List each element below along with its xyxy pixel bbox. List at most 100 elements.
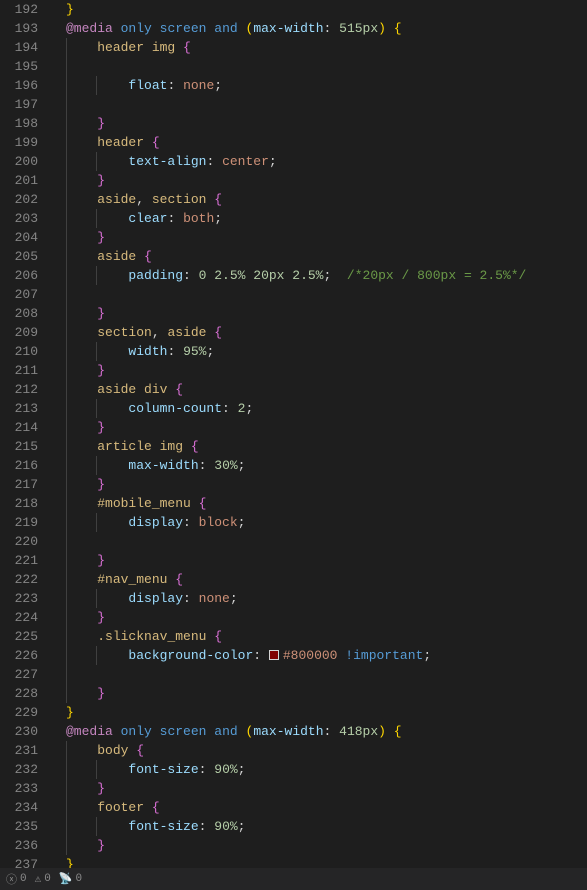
code-line[interactable]: body { <box>52 741 587 760</box>
code-area[interactable]: }@media only screen and (max-width: 515p… <box>52 0 587 865</box>
token-prop: max-width <box>253 724 323 739</box>
line-number: 210 <box>6 342 38 361</box>
indent-guide <box>66 589 67 608</box>
token-punct: ; <box>214 211 222 226</box>
code-line[interactable]: article img { <box>52 437 587 456</box>
token-prop: max-width <box>128 458 198 473</box>
code-line[interactable]: clear: both; <box>52 209 587 228</box>
token-val: block <box>199 515 238 530</box>
token-paren-p: { <box>175 382 183 397</box>
token-sel: aside <box>97 192 136 207</box>
code-line[interactable] <box>52 285 587 304</box>
code-line[interactable]: } <box>52 779 587 798</box>
code-line[interactable]: aside div { <box>52 380 587 399</box>
code-line[interactable]: .slicknav_menu { <box>52 627 587 646</box>
token-paren-p: { <box>175 572 183 587</box>
token-prop: font-size <box>128 819 198 834</box>
indent-guide <box>66 114 67 133</box>
code-line[interactable]: } <box>52 304 587 323</box>
token-paren-p: } <box>97 363 105 378</box>
code-line[interactable]: font-size: 90%; <box>52 760 587 779</box>
code-line[interactable]: font-size: 90%; <box>52 817 587 836</box>
code-line[interactable]: #mobile_menu { <box>52 494 587 513</box>
line-number: 218 <box>6 494 38 513</box>
code-line[interactable]: } <box>52 418 587 437</box>
status-ports[interactable]: 📡 0 <box>59 872 82 886</box>
token-sel: header img <box>97 40 175 55</box>
code-line[interactable] <box>52 57 587 76</box>
indent-guide <box>96 342 97 361</box>
indent-guide <box>66 608 67 627</box>
token-paren-p: } <box>97 230 105 245</box>
code-line[interactable]: display: block; <box>52 513 587 532</box>
token-paren-p: { <box>183 40 191 55</box>
token-punct: : <box>183 268 191 283</box>
indent-guide <box>66 38 67 57</box>
token-punct: ; <box>230 591 238 606</box>
indent-guide <box>66 779 67 798</box>
error-count: 0 <box>20 873 27 885</box>
code-line[interactable]: } <box>52 114 587 133</box>
token-paren-p: { <box>136 743 144 758</box>
code-line[interactable]: #nav_menu { <box>52 570 587 589</box>
code-line[interactable]: @media only screen and (max-width: 418px… <box>52 722 587 741</box>
code-line[interactable]: @media only screen and (max-width: 515px… <box>52 19 587 38</box>
indent-guide <box>66 57 67 76</box>
code-editor[interactable]: 1921931941951961971981992002012022032042… <box>0 0 587 865</box>
code-line[interactable]: } <box>52 608 587 627</box>
code-line[interactable]: section, aside { <box>52 323 587 342</box>
token-paren-p: } <box>97 116 105 131</box>
line-number: 219 <box>6 513 38 532</box>
token-val: center <box>222 154 269 169</box>
indent-guide <box>66 95 67 114</box>
code-line[interactable] <box>52 95 587 114</box>
status-bar: ⓧ 0 ⚠ 0 📡 0 <box>0 868 587 890</box>
line-number: 215 <box>6 437 38 456</box>
indent-guide <box>66 342 67 361</box>
code-line[interactable]: float: none; <box>52 76 587 95</box>
token-important: !important <box>345 648 423 663</box>
indent-guide <box>66 570 67 589</box>
code-line[interactable]: header { <box>52 133 587 152</box>
code-line[interactable]: aside, section { <box>52 190 587 209</box>
token-punct: ; <box>423 648 431 663</box>
token-punct: ; <box>238 819 246 834</box>
status-warnings[interactable]: ⚠ 0 <box>35 872 51 886</box>
code-line[interactable]: aside { <box>52 247 587 266</box>
token-prop: font-size <box>128 762 198 777</box>
token-paren-p: } <box>97 553 105 568</box>
indent-guide <box>96 399 97 418</box>
code-line[interactable]: display: none; <box>52 589 587 608</box>
code-line[interactable]: } <box>52 684 587 703</box>
code-line[interactable]: } <box>52 703 587 722</box>
code-line[interactable]: } <box>52 551 587 570</box>
code-line[interactable]: header img { <box>52 38 587 57</box>
code-line[interactable]: footer { <box>52 798 587 817</box>
line-number: 216 <box>6 456 38 475</box>
code-line[interactable]: background-color: #800000 !important; <box>52 646 587 665</box>
code-line[interactable]: width: 95%; <box>52 342 587 361</box>
status-errors[interactable]: ⓧ 0 <box>6 871 27 887</box>
line-number: 220 <box>6 532 38 551</box>
code-line[interactable]: } <box>52 228 587 247</box>
code-line[interactable]: } <box>52 475 587 494</box>
code-line[interactable] <box>52 532 587 551</box>
code-line[interactable]: max-width: 30%; <box>52 456 587 475</box>
code-line[interactable]: column-count: 2; <box>52 399 587 418</box>
token-prop: column-count <box>128 401 222 416</box>
code-line[interactable]: } <box>52 361 587 380</box>
line-number: 209 <box>6 323 38 342</box>
code-line[interactable]: } <box>52 171 587 190</box>
code-line[interactable]: text-align: center; <box>52 152 587 171</box>
token-val: none <box>183 78 214 93</box>
code-line[interactable] <box>52 665 587 684</box>
indent-guide <box>96 209 97 228</box>
code-line[interactable]: } <box>52 0 587 19</box>
code-line[interactable]: } <box>52 836 587 855</box>
indent-guide <box>66 494 67 513</box>
token-paren-y: } <box>66 705 74 720</box>
token-punct: ; <box>269 154 277 169</box>
code-line[interactable]: padding: 0 2.5% 20px 2.5%; /*20px / 800p… <box>52 266 587 285</box>
token-num: 0 2.5% 20px 2.5% <box>199 268 324 283</box>
line-number: 214 <box>6 418 38 437</box>
